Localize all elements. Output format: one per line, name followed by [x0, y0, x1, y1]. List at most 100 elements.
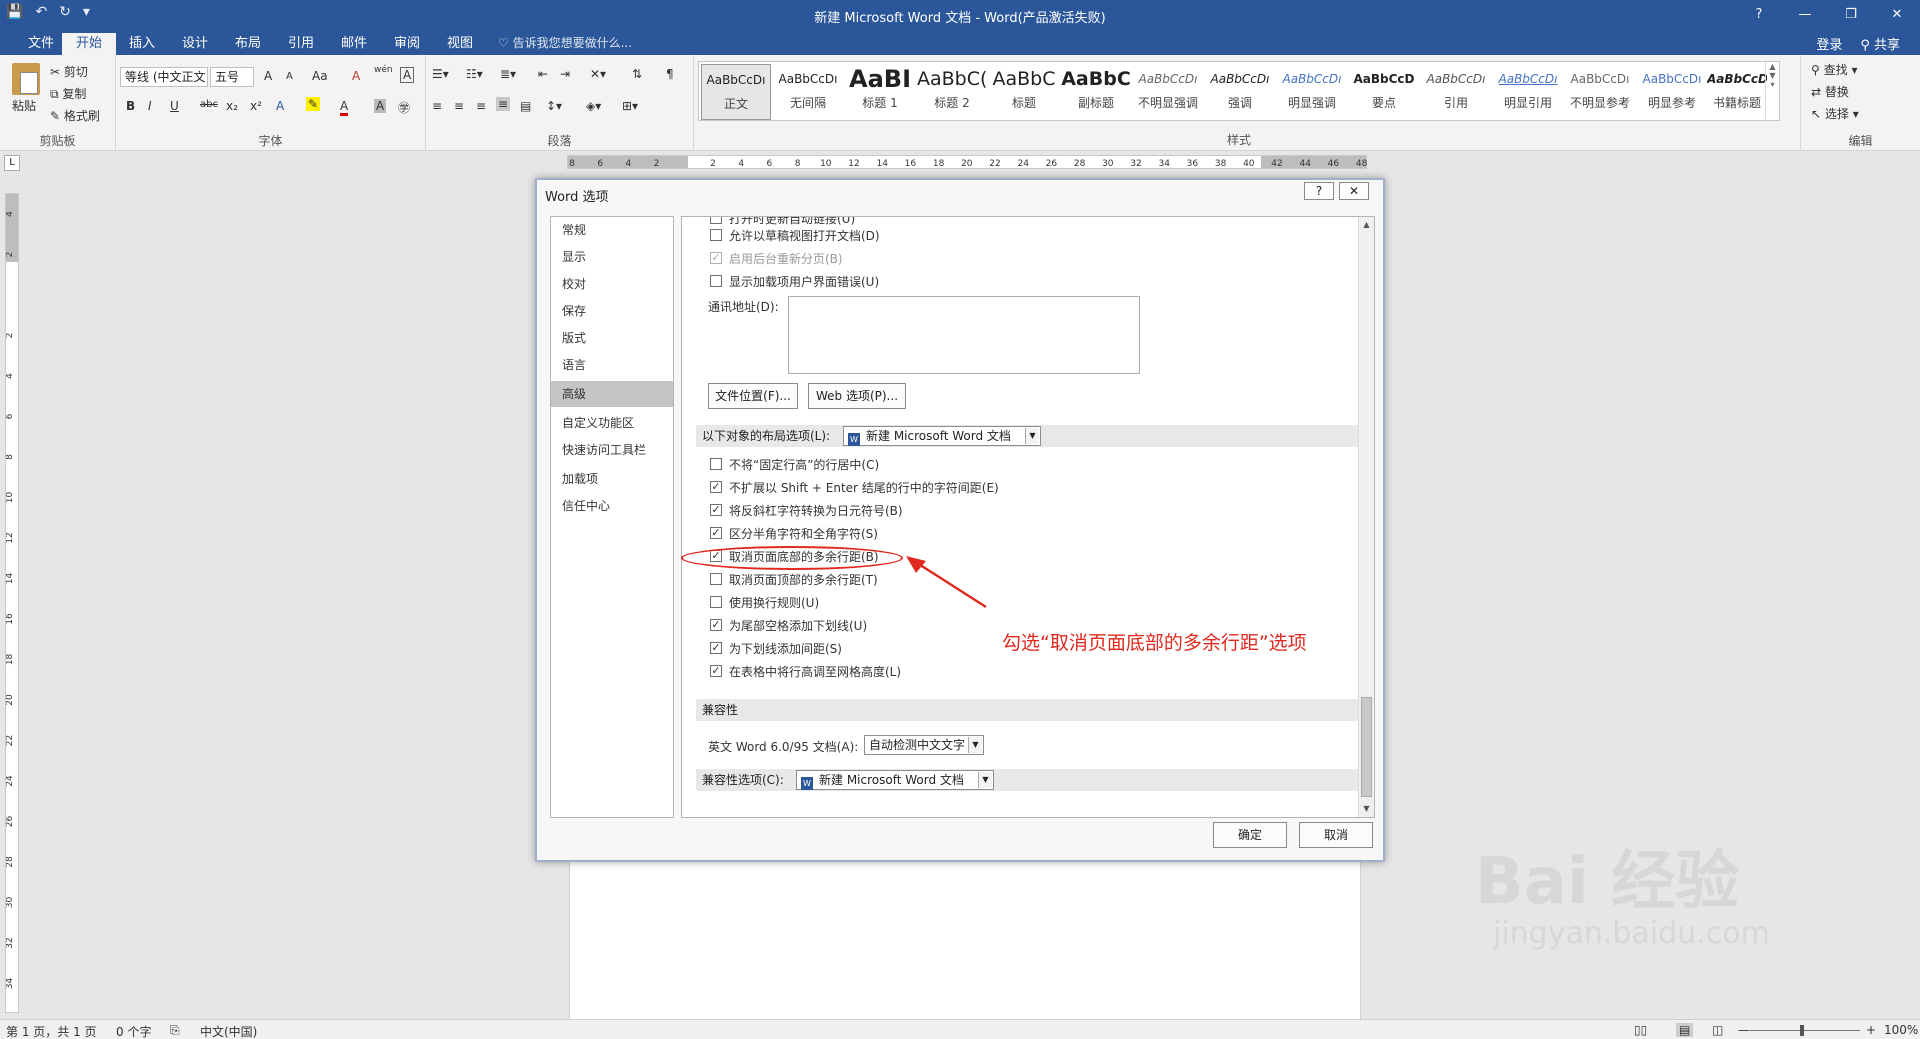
options-scrollbar[interactable]: ▲ ▼: [1358, 217, 1374, 817]
cut-button[interactable]: ✂ 剪切: [50, 63, 88, 80]
zoom-in-button[interactable]: +: [1866, 1023, 1876, 1037]
nav-typography[interactable]: 版式: [551, 325, 673, 351]
cancel-button[interactable]: 取消: [1299, 822, 1373, 848]
option-line-break-rules[interactable]: 使用换行规则(U): [710, 593, 819, 611]
grow-font-button[interactable]: A: [264, 69, 272, 83]
checkbox[interactable]: ✓: [710, 619, 722, 631]
restore-button[interactable]: ❐: [1828, 0, 1874, 30]
checkbox[interactable]: [710, 458, 722, 470]
nav-customize-ribbon[interactable]: 自定义功能区: [551, 410, 673, 436]
proofing-icon[interactable]: ⎘: [170, 1023, 180, 1038]
option-fixed-line-height[interactable]: 不将“固定行高”的行居中(C): [710, 455, 879, 473]
nav-language[interactable]: 语言: [551, 352, 673, 378]
style-strong[interactable]: AaBbCcD 要点: [1349, 64, 1419, 120]
select-button[interactable]: ↖ 选择 ▾: [1811, 105, 1859, 122]
align-center-icon[interactable]: ≡: [454, 99, 464, 113]
web-options-button[interactable]: Web 选项(P)...: [808, 383, 906, 409]
style-intense-emphasis[interactable]: AaBbCcDı 明显强调: [1277, 64, 1347, 120]
option-suppress-space-top[interactable]: 取消页面顶部的多余行距(T): [710, 570, 878, 588]
scroll-thumb[interactable]: [1361, 697, 1372, 797]
style-title[interactable]: AaBbC 标题: [989, 64, 1059, 120]
option-underline-spacing[interactable]: ✓ 为下划线添加间距(S): [710, 639, 842, 657]
tab-layout[interactable]: 布局: [221, 33, 275, 55]
option-underline-trailing-spaces[interactable]: ✓ 为尾部空格添加下划线(U): [710, 616, 867, 634]
line-spacing-icon[interactable]: ↕▾: [546, 99, 562, 113]
option-table-grid-height[interactable]: ✓ 在表格中将行高调至网格高度(L): [710, 662, 901, 680]
style-normal[interactable]: AaBbCcDı 正文: [701, 64, 771, 120]
find-button[interactable]: ⚲ 查找 ▾: [1811, 61, 1857, 78]
layout-document-select[interactable]: W 新建 Microsoft Word 文档 ▼: [843, 426, 1041, 446]
style-quote[interactable]: AaBbCcDı 引用: [1421, 64, 1491, 120]
checkbox[interactable]: ✓: [710, 504, 722, 516]
decrease-indent-icon[interactable]: ⇤: [538, 67, 548, 81]
read-mode-icon[interactable]: ▯▯: [1634, 1023, 1647, 1037]
style-heading-1[interactable]: AaBI 标题 1: [845, 64, 915, 120]
bold-button[interactable]: B: [126, 99, 135, 113]
numbering-icon[interactable]: ☷▾: [466, 67, 483, 81]
nav-general[interactable]: 常规: [551, 217, 673, 243]
strikethrough-button[interactable]: abc: [200, 99, 218, 110]
word6-select[interactable]: 自动检测中文文字 ▼: [864, 735, 984, 755]
font-size-combo[interactable]: 五号: [210, 67, 254, 87]
justify-icon[interactable]: ≡: [496, 97, 511, 111]
format-painter-button[interactable]: ✎ 格式刷: [50, 107, 100, 124]
char-shading-icon[interactable]: A: [374, 99, 387, 113]
style-intense-quote[interactable]: AaBbCcDı 明显引用: [1493, 64, 1563, 120]
tell-me-box[interactable]: ♡ 告诉我您想要做什么...: [498, 34, 632, 51]
checkbox[interactable]: ✓: [710, 527, 722, 539]
enclose-char-icon[interactable]: ㊫: [398, 99, 410, 116]
file-locations-button[interactable]: 文件位置(F)...: [708, 383, 798, 409]
scroll-down-icon[interactable]: ▼: [1359, 801, 1374, 817]
vertical-ruler[interactable]: 4 2 2 4 6 8 10 12 14 16 18 20 22 24 26 28 30 32 34: [5, 193, 19, 1013]
asian-layout-icon[interactable]: ✕▾: [590, 67, 606, 81]
style-subtitle[interactable]: AaBbC 副标题: [1061, 64, 1131, 120]
minimize-button[interactable]: —: [1782, 0, 1828, 30]
tab-review[interactable]: 审阅: [380, 33, 434, 55]
checkbox[interactable]: [710, 596, 722, 608]
tab-home[interactable]: 开始: [62, 33, 117, 55]
page-count[interactable]: 第 1 页，共 1 页: [6, 1023, 97, 1039]
phonetic-guide-button[interactable]: wén: [374, 65, 393, 75]
option-shift-enter-spacing[interactable]: ✓ 不扩展以 Shift + Enter 结尾的行中的字符间距(E): [710, 478, 999, 496]
italic-button[interactable]: I: [148, 99, 152, 113]
highlight-icon[interactable]: ✎: [306, 97, 321, 111]
text-effects-icon[interactable]: A: [276, 99, 284, 113]
clear-format-button[interactable]: A: [352, 69, 360, 83]
align-left-icon[interactable]: ≡: [432, 99, 442, 113]
login-link[interactable]: 登录: [1816, 34, 1842, 53]
tab-file[interactable]: 文件: [14, 33, 68, 55]
multilevel-list-icon[interactable]: ≣▾: [500, 67, 516, 81]
horizontal-ruler[interactable]: 8 6 4 2 2 4 6 8 10 12 14 16 18 20 22 24 26 28 30 32 34 36 38 40…: [567, 155, 1368, 169]
align-right-icon[interactable]: ≡: [476, 99, 486, 113]
mail-address-input[interactable]: [788, 296, 1140, 374]
nav-trust-center[interactable]: 信任中心: [551, 493, 673, 519]
nav-proofing[interactable]: 校对: [551, 271, 673, 297]
shrink-font-button[interactable]: A: [286, 71, 293, 82]
copy-button[interactable]: ⧉ 复制: [50, 85, 86, 102]
styles-scroll[interactable]: ▲ ▼ ▾: [1765, 62, 1779, 120]
shading-icon[interactable]: ◈▾: [586, 99, 601, 113]
print-layout-icon[interactable]: ▤: [1676, 1023, 1694, 1037]
nav-add-ins[interactable]: 加载项: [551, 466, 673, 492]
word-count[interactable]: 0 个字: [116, 1023, 151, 1039]
language-indicator[interactable]: 中文(中国): [200, 1023, 257, 1039]
superscript-button[interactable]: x²: [250, 99, 262, 113]
nav-save[interactable]: 保存: [551, 298, 673, 324]
font-name-combo[interactable]: 等线 (中文正文: [120, 67, 208, 87]
checkbox[interactable]: [710, 275, 722, 287]
bullets-icon[interactable]: ☰▾: [432, 67, 449, 81]
style-no-spacing[interactable]: AaBbCcDı 无间隔: [773, 64, 843, 120]
zoom-out-button[interactable]: —: [1738, 1023, 1750, 1037]
subscript-button[interactable]: x₂: [226, 99, 238, 113]
scroll-up-icon[interactable]: ▲: [1359, 217, 1374, 233]
replace-button[interactable]: ⇄ 替换: [1811, 83, 1849, 100]
compat-document-select[interactable]: W 新建 Microsoft Word 文档 ▼: [796, 770, 994, 790]
ok-button[interactable]: 确定: [1213, 822, 1287, 848]
zoom-slider[interactable]: [1750, 1030, 1860, 1031]
tab-selector[interactable]: L: [4, 155, 20, 171]
distributed-icon[interactable]: ▤: [520, 99, 531, 113]
borders-icon[interactable]: ⊞▾: [622, 99, 638, 113]
font-color-icon[interactable]: A: [340, 99, 349, 116]
style-emphasis[interactable]: AaBbCcDı 强调: [1205, 64, 1275, 120]
close-window-button[interactable]: ✕: [1874, 0, 1920, 30]
